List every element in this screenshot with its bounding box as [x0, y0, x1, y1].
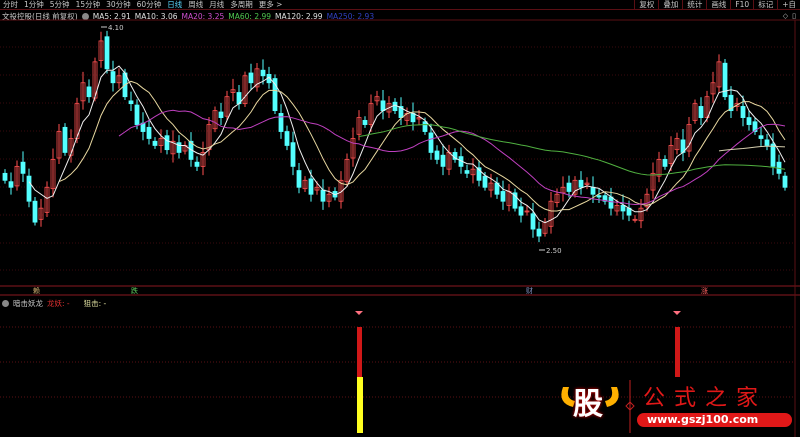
watermark-name: 公式之家	[643, 386, 768, 411]
bottom-signal-label: 涨	[701, 286, 708, 295]
candle-down	[530, 213, 536, 230]
bottom-signal-label: 赖	[33, 286, 40, 295]
candle-down	[380, 100, 386, 112]
candle-down	[218, 111, 224, 118]
watermark: 股 公式之家 www.gszj100.com	[555, 375, 795, 435]
candle-down	[320, 189, 326, 202]
candle-down	[662, 159, 668, 167]
candlestick-chart: 4.10 2.50 赖 跌 财 涨	[0, 19, 800, 437]
candle-down	[482, 175, 488, 188]
candle-down	[260, 69, 266, 77]
candle-down	[578, 179, 584, 188]
candle-down	[392, 101, 398, 112]
diamond-signal-icon	[355, 311, 363, 315]
candle-down	[518, 206, 524, 216]
candle-down	[32, 200, 38, 223]
candle-down	[620, 204, 626, 212]
watermark-url: www.gszj100.com	[647, 413, 759, 426]
ma20-line	[118, 109, 786, 205]
candle-down	[110, 71, 116, 84]
candle-down	[152, 140, 158, 146]
candle-down	[104, 36, 110, 70]
indicator-header: 暗击妖龙 龙妖: - 狙击: -	[2, 298, 106, 309]
candle-down	[128, 100, 134, 105]
candle-down	[362, 119, 368, 125]
candle-down	[176, 142, 182, 153]
candle-down	[782, 175, 788, 188]
indicator-yellow-bar	[357, 377, 363, 433]
candle-down	[194, 161, 200, 167]
candle-down	[434, 150, 440, 160]
candle-down	[26, 175, 32, 202]
candle-down	[86, 86, 92, 98]
candle-down	[500, 191, 506, 202]
candle-down	[272, 78, 278, 112]
candle-down	[764, 139, 770, 146]
indicator-name: 暗击妖龙	[13, 299, 43, 308]
candle-down	[164, 135, 170, 151]
candle-down	[608, 196, 614, 209]
low-marker-label: 2.50	[546, 247, 562, 255]
high-marker-label: 4.10	[108, 24, 124, 32]
candle-down	[290, 142, 296, 167]
indicator-line2: 狙击: -	[83, 299, 107, 308]
candle-down	[596, 195, 602, 198]
indicator-red-bar	[357, 327, 362, 377]
candle-down	[8, 181, 14, 188]
indicator-red-bar	[675, 327, 680, 377]
candle-down	[464, 170, 470, 174]
indicator-circle-icon[interactable]	[2, 300, 9, 307]
candle-down	[740, 106, 746, 118]
candle-down	[2, 172, 8, 181]
candle-down	[566, 182, 572, 192]
bottom-signal-label: 财	[526, 286, 533, 295]
candle-down	[410, 113, 416, 123]
diamond-signal-icon	[673, 311, 681, 315]
candle-down	[20, 161, 26, 174]
indicator-line1: 龙妖: -	[47, 299, 70, 308]
candle-down	[440, 154, 446, 167]
candle-down	[428, 132, 434, 153]
ma60-line	[358, 123, 786, 176]
candle-down	[770, 143, 776, 167]
ma5-line	[28, 65, 786, 224]
candle-down	[758, 135, 764, 139]
candle-down	[248, 72, 254, 84]
watermark-logo-text: 股	[573, 387, 603, 422]
candle-down	[308, 178, 314, 195]
candle-down	[146, 126, 152, 139]
bottom-signal-label: 跌	[131, 286, 138, 295]
candle-down	[134, 104, 140, 125]
candle-down	[590, 186, 596, 195]
candle-down	[296, 170, 302, 188]
candle-down	[698, 106, 704, 118]
candle-down	[536, 228, 542, 237]
candle-down	[284, 131, 290, 146]
candle-down	[278, 113, 284, 132]
candle-down	[422, 121, 428, 132]
candle-down	[746, 117, 752, 125]
candle-down	[62, 126, 68, 153]
